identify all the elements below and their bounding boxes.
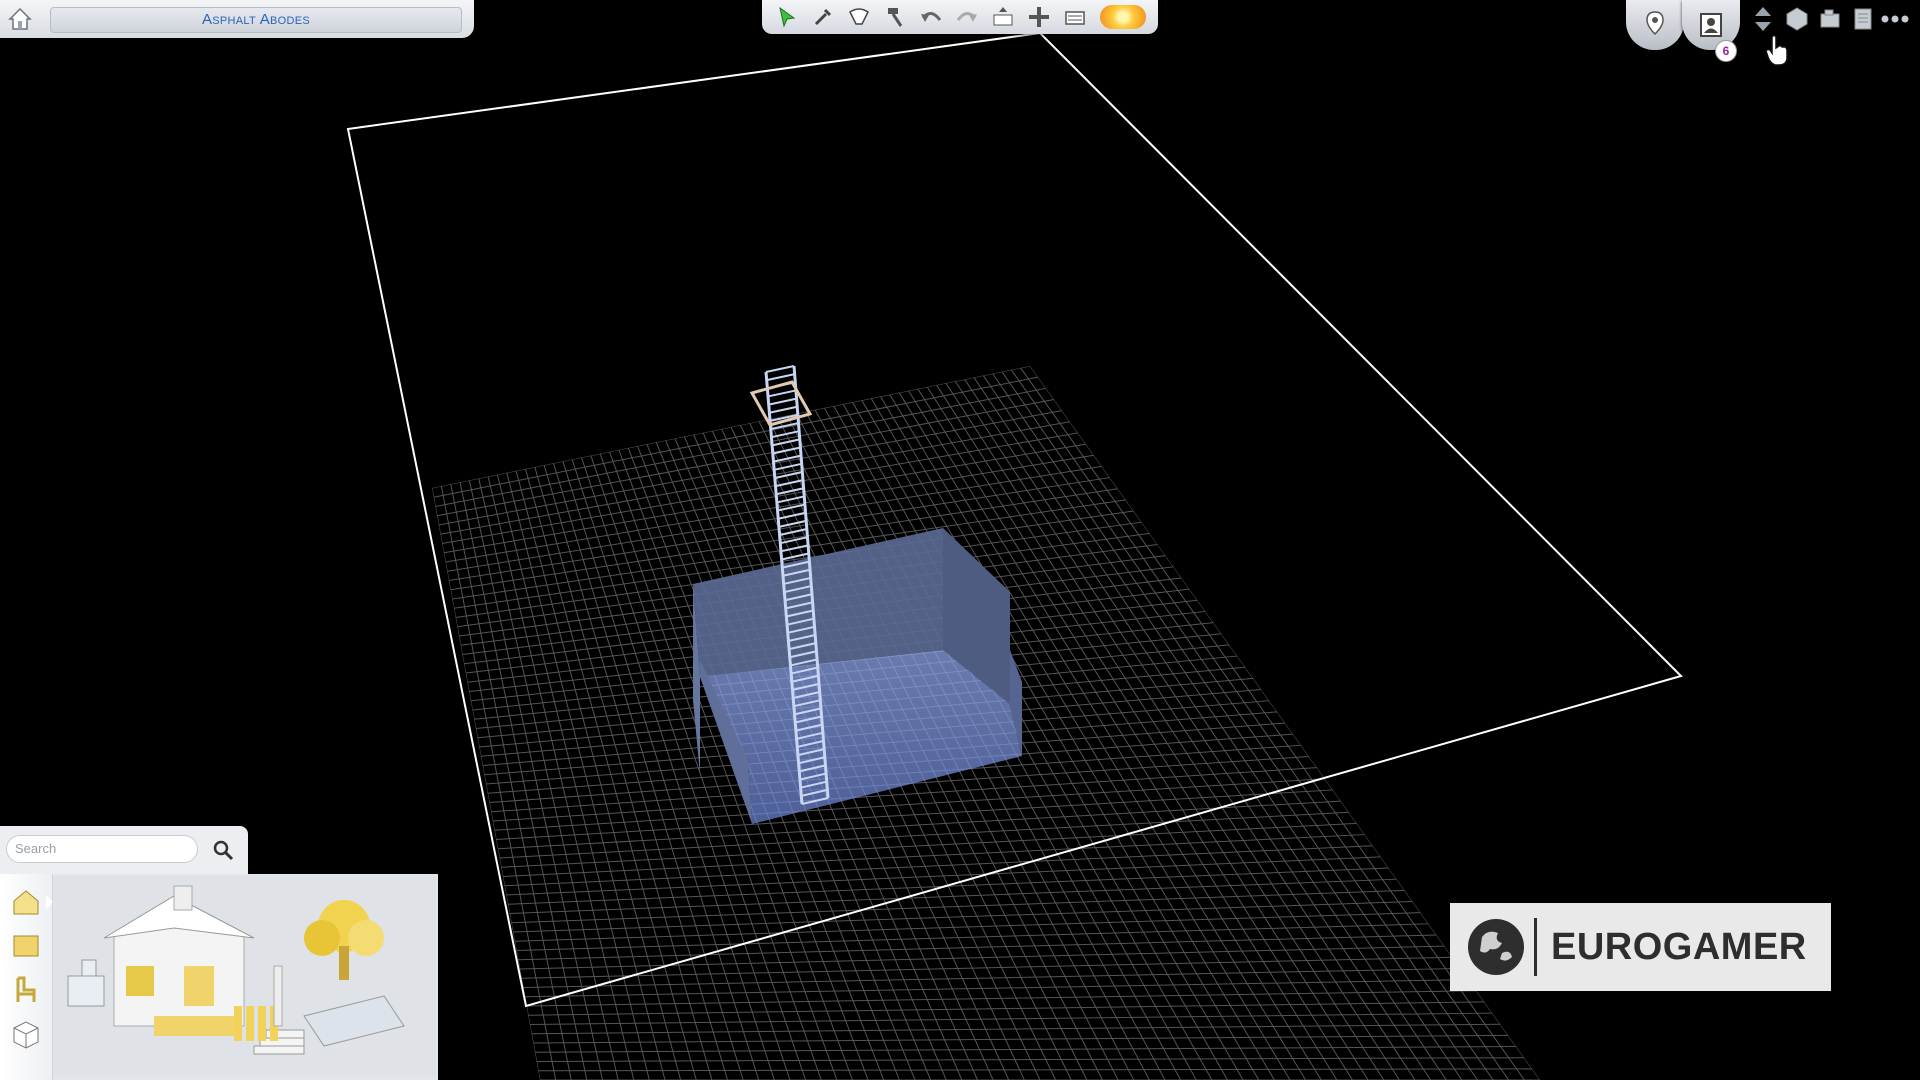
- ladder-rung: [769, 405, 798, 414]
- options-menu-icon: [1854, 8, 1872, 30]
- camera-button[interactable]: [1816, 4, 1846, 34]
- ladder-rung: [768, 397, 797, 406]
- design-tool-button[interactable]: [844, 2, 874, 32]
- grid-line: [531, 1023, 1501, 1035]
- grid-line: [504, 845, 1373, 887]
- furniture-tab[interactable]: [8, 972, 44, 1008]
- build-catalog-panel: ∞: [0, 874, 438, 1080]
- grid-line: [529, 1012, 1493, 1025]
- options-menu-button[interactable]: [1848, 4, 1878, 34]
- ladder-rung: [765, 365, 795, 373]
- build-house-icon: [13, 890, 39, 915]
- eurogamer-watermark: EUROGAMER: [1450, 903, 1831, 991]
- undo-icon: [921, 12, 942, 22]
- move-lot-button[interactable]: [1024, 2, 1054, 32]
- grid-line: [536, 1057, 1525, 1062]
- grid-line: [1020, 367, 1525, 1080]
- grid-line: [506, 856, 1381, 896]
- rooms-icon: [13, 935, 39, 957]
- floor-up-down-icon: [1755, 7, 1771, 31]
- ladder-rung: [767, 389, 797, 398]
- rooms-tab[interactable]: [8, 928, 44, 964]
- floor-up-down-button[interactable]: [1748, 4, 1778, 34]
- furniture-chair-icon: [16, 976, 36, 1002]
- home-button[interactable]: [4, 3, 36, 35]
- select-tool-button[interactable]: [772, 2, 802, 32]
- redo-button[interactable]: [952, 2, 982, 32]
- grid-line: [533, 1034, 1509, 1044]
- map-pin-icon: [1646, 11, 1664, 36]
- catalog-search-panel: Search: [0, 826, 248, 874]
- undo-button[interactable]: [916, 2, 946, 32]
- build-illustration: [54, 876, 436, 1076]
- grid-line: [499, 811, 1349, 859]
- lot-boundary: [346, 31, 1683, 1008]
- catalog-tabs: [0, 874, 53, 1080]
- wall-view-icon: [1786, 7, 1808, 31]
- logo-separator: [1534, 918, 1537, 976]
- eyedropper-icon: [814, 8, 832, 26]
- day-night-sun-icon[interactable]: [1100, 5, 1146, 29]
- camera-icon: [1820, 9, 1840, 28]
- eyedropper-button[interactable]: [808, 2, 838, 32]
- gallery-button[interactable]: [1060, 2, 1090, 32]
- move-rooms-icon: [993, 7, 1013, 26]
- search-input[interactable]: Search: [6, 835, 198, 863]
- ladder-rung: [766, 373, 795, 382]
- build-toolbar: [762, 0, 1158, 34]
- move-lot-icon: [1029, 7, 1049, 27]
- grid-line: [973, 377, 1447, 1080]
- grid-line: [534, 1046, 1517, 1053]
- ladder-rung: [776, 495, 805, 504]
- redo-icon: [956, 12, 977, 22]
- design-tool-icon: [849, 8, 869, 25]
- lot-name-field[interactable]: Asphalt Abodes: [50, 7, 462, 33]
- grid-line: [523, 967, 1461, 988]
- gallery-icon: [1065, 11, 1085, 25]
- more-button[interactable]: [1880, 4, 1910, 34]
- grid-line: [519, 945, 1445, 970]
- globe-logo-icon: [1468, 919, 1524, 975]
- ladder-rung: [774, 470, 803, 479]
- ladder-rung: [778, 511, 806, 520]
- home-icon: [8, 7, 32, 30]
- grid-line: [1010, 369, 1510, 1080]
- lot-name-bar: Asphalt Abodes: [0, 0, 474, 38]
- household-icon: [1700, 13, 1722, 37]
- grid-line: [982, 375, 1463, 1080]
- box-icon: [13, 1021, 39, 1049]
- grid-line: [954, 380, 1416, 1080]
- grid-line: [1001, 371, 1494, 1080]
- watermark-text: EUROGAMER: [1551, 925, 1807, 968]
- sledgehammer-icon: [888, 8, 903, 27]
- search-button[interactable]: [208, 835, 238, 865]
- ladder-rung: [775, 487, 804, 496]
- move-rooms-button[interactable]: [988, 2, 1018, 32]
- ladder-rung: [773, 462, 802, 471]
- more-icon: [1881, 15, 1909, 23]
- search-icon: [213, 840, 234, 861]
- household-count-badge: 6: [1715, 40, 1737, 62]
- ladder-rung: [780, 544, 809, 553]
- box-tab[interactable]: [8, 1016, 44, 1052]
- build-house-tab[interactable]: [8, 884, 53, 920]
- select-arrow-icon: [779, 6, 796, 28]
- wall-view-button[interactable]: [1782, 4, 1812, 34]
- grid-line: [524, 979, 1469, 998]
- hand-cursor-icon: [1765, 34, 1788, 66]
- sledgehammer-button[interactable]: [880, 2, 910, 32]
